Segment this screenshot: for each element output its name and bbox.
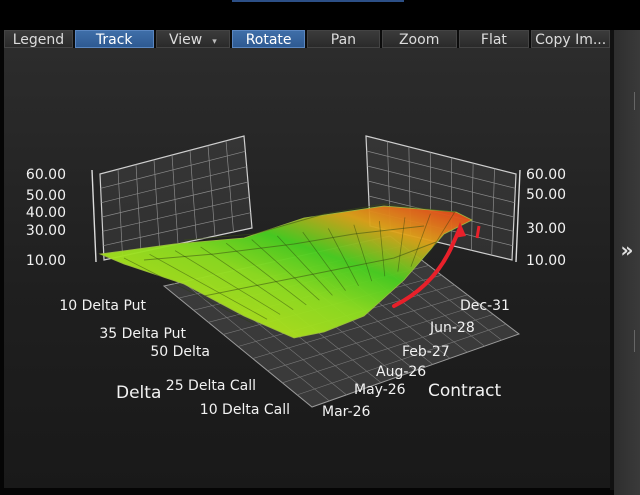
contract-tick-label: Dec-31: [460, 298, 510, 314]
z-tick-label-right: 60.00: [526, 167, 566, 183]
z-tick-label-right: 30.00: [526, 221, 566, 237]
delta-tick-label: 10 Delta Call: [200, 402, 290, 418]
contract-tick-label: Mar-26: [322, 404, 370, 420]
delta-tick-label: 10 Delta Put: [59, 298, 146, 314]
contract-tick-label: Jun-28: [429, 320, 475, 336]
zoom-button[interactable]: Zoom: [381, 30, 457, 48]
delta-tick-label: 25 Delta Call: [166, 378, 256, 394]
legend-button[interactable]: Legend: [4, 30, 73, 48]
expand-panel-icon[interactable]: »: [616, 238, 638, 262]
side-panel: »: [614, 30, 640, 495]
window-top-strip: [0, 0, 640, 30]
pan-button[interactable]: Pan: [307, 30, 380, 48]
panel-divider: [634, 92, 635, 110]
annotation-marker: [475, 225, 481, 239]
z-axis-right: [515, 169, 521, 263]
z-tick-label-left: 30.00: [26, 223, 66, 239]
rotate-button[interactable]: Rotate: [232, 30, 306, 48]
delta-tick-label: 50 Delta: [150, 344, 210, 360]
contract-tick-label: Aug-26: [376, 364, 426, 380]
delta-axis-title: Delta: [116, 383, 161, 403]
contract-tick-label: May-26: [354, 382, 406, 398]
chart-toolbar: Legend Track View ▾ Rotate Pan Zoom Flat …: [4, 30, 610, 48]
chevron-down-icon: ▾: [212, 37, 217, 47]
view-label: View: [169, 32, 203, 48]
volatility-surface-chart[interactable]: 60.0050.0040.0030.0010.0060.0050.0030.00…: [4, 48, 610, 488]
panel-divider: [634, 330, 635, 352]
plot-area[interactable]: 60.00 50.00 40.00 30.00 10.00 60.00 50.00 30.00…: [4, 48, 610, 488]
z-tick-label-left: 40.00: [26, 205, 66, 221]
z-tick-label-left: 60.00: [26, 167, 66, 183]
track-button[interactable]: Track: [74, 30, 154, 48]
view-dropdown[interactable]: View ▾: [155, 30, 231, 48]
z-tick-label-right: 50.00: [526, 187, 566, 203]
flat-button[interactable]: Flat: [458, 30, 530, 48]
window-accent: [232, 0, 404, 2]
z-tick-label-left: 50.00: [26, 188, 66, 204]
contract-tick-label: Feb-27: [402, 344, 450, 360]
z-tick-label-left: 10.00: [26, 253, 66, 269]
z-axis-left: [91, 169, 97, 263]
delta-tick-label: 35 Delta Put: [99, 326, 186, 342]
contract-axis-title: Contract: [428, 381, 501, 401]
copy-image-button[interactable]: Copy Im...: [531, 30, 610, 48]
z-tick-label-right: 10.00: [526, 253, 566, 269]
